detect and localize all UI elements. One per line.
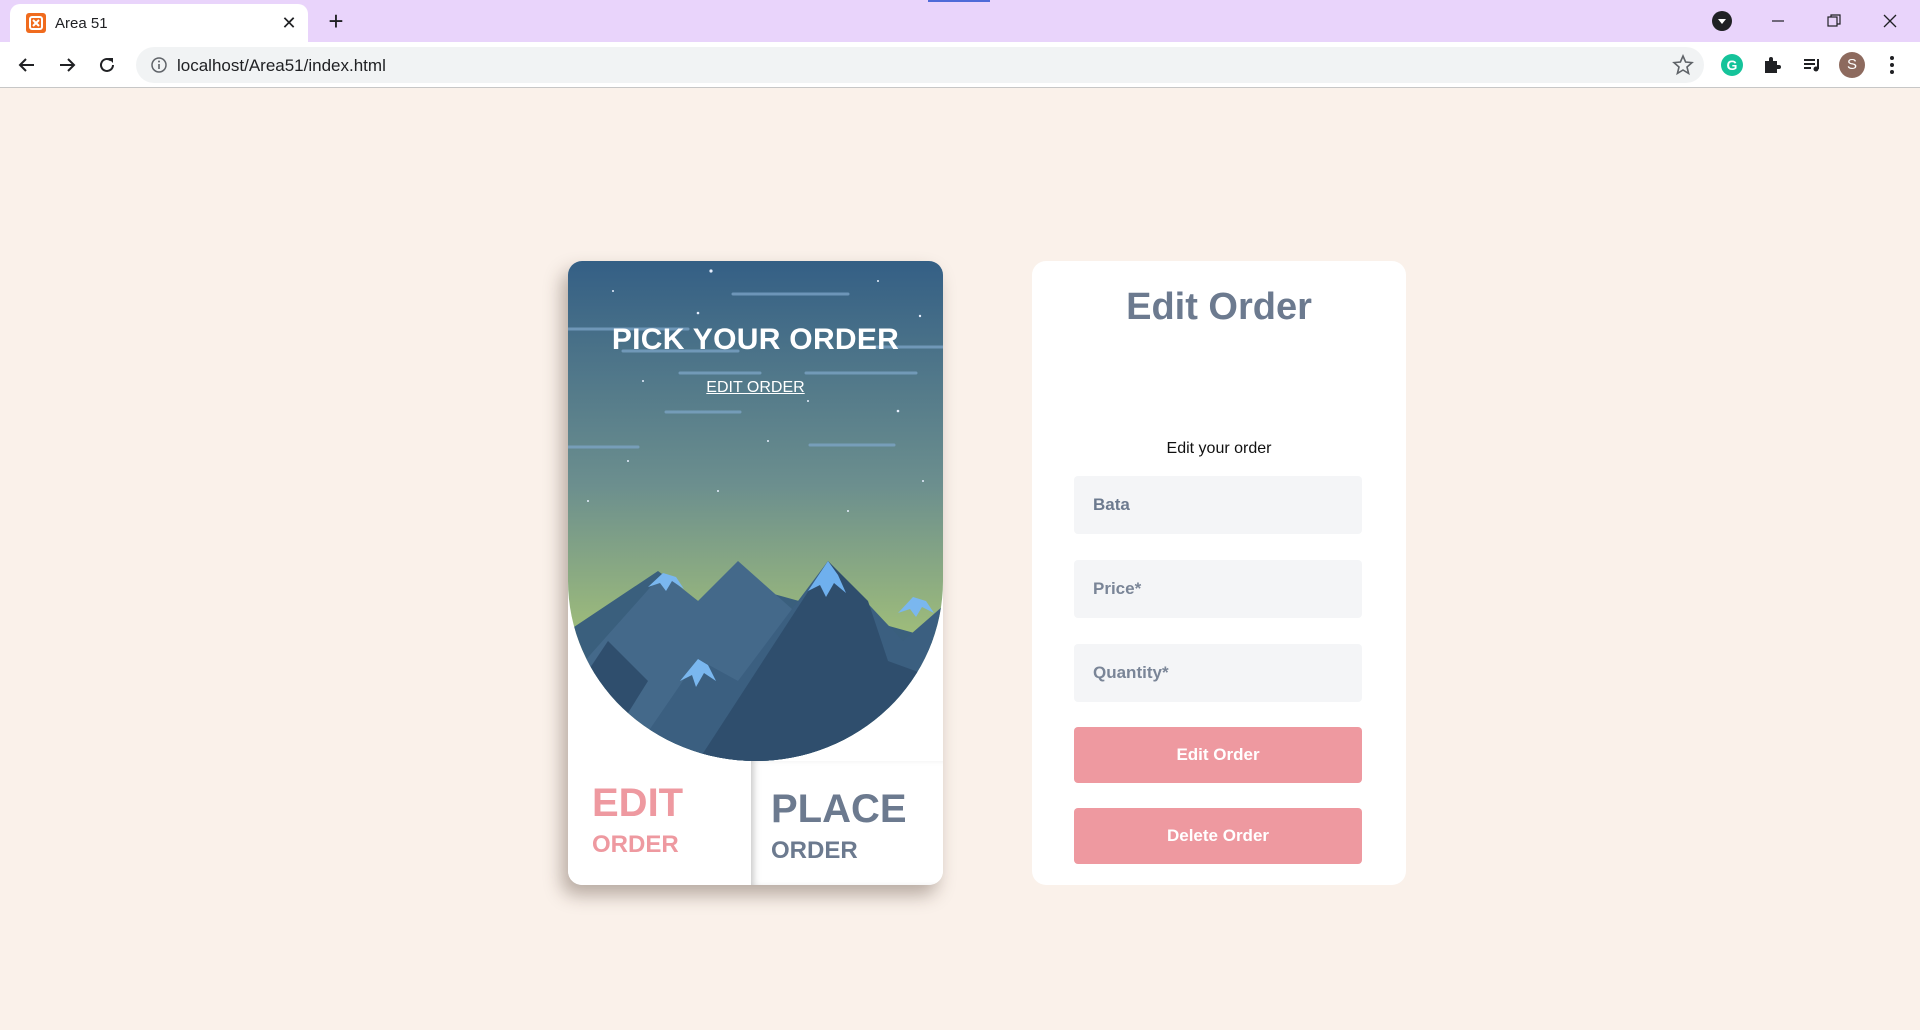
- puzzle-icon[interactable]: [1758, 51, 1786, 79]
- order-card: PICK YOUR ORDER EDIT ORDER EDIT ORDER PL…: [568, 261, 943, 885]
- tab-strip-accent: [928, 0, 990, 2]
- edit-option-sublabel: ORDER: [592, 831, 679, 858]
- product-name-field[interactable]: [1074, 476, 1362, 534]
- close-window-icon[interactable]: [1862, 0, 1918, 42]
- place-option-sublabel: ORDER: [771, 837, 858, 864]
- avatar[interactable]: S: [1838, 51, 1866, 79]
- card-choices: EDIT ORDER PLACE ORDER: [568, 761, 943, 885]
- minimize-icon[interactable]: [1750, 0, 1806, 42]
- new-tab-button[interactable]: +: [322, 8, 350, 36]
- star-icon[interactable]: [1672, 53, 1694, 76]
- panel-caption: Edit your order: [1166, 440, 1272, 457]
- app-favicon-icon: [26, 13, 46, 33]
- forward-icon[interactable]: [50, 48, 84, 82]
- quantity-field[interactable]: [1074, 644, 1362, 702]
- edit-order-panel: Edit Order Edit your order Edit Order De…: [1032, 261, 1406, 885]
- card-subtitle-link[interactable]: EDIT ORDER: [568, 379, 943, 397]
- grammarly-icon[interactable]: G: [1718, 51, 1746, 79]
- media-queue-icon[interactable]: [1798, 51, 1826, 79]
- url-text: localhost/Area51/index.html: [177, 56, 386, 75]
- panel-title: Edit Order: [1126, 286, 1312, 328]
- browser-tab-strip: Area 51 ✕ +: [0, 0, 1920, 42]
- card-title: PICK YOUR ORDER: [611, 323, 900, 356]
- restore-icon[interactable]: [1806, 0, 1862, 42]
- place-order-option[interactable]: PLACE ORDER: [751, 761, 943, 885]
- browser-tab[interactable]: Area 51 ✕: [10, 4, 308, 42]
- back-icon[interactable]: [10, 48, 44, 82]
- kebab-menu-icon[interactable]: [1878, 51, 1906, 79]
- info-icon[interactable]: [150, 56, 168, 74]
- browser-toolbar: localhost/Area51/index.html G S: [0, 42, 1920, 88]
- tab-close-icon[interactable]: ✕: [278, 12, 300, 34]
- edit-option-label: EDIT: [592, 781, 684, 825]
- edit-order-option[interactable]: EDIT ORDER: [568, 761, 751, 885]
- address-bar[interactable]: localhost/Area51/index.html: [136, 47, 1704, 83]
- price-field[interactable]: [1074, 560, 1362, 618]
- edit-order-button[interactable]: Edit Order: [1074, 727, 1362, 783]
- tab-title: Area 51: [55, 15, 108, 32]
- tab-search-icon[interactable]: [1712, 11, 1732, 31]
- place-option-label: PLACE: [771, 787, 907, 831]
- reload-icon[interactable]: [90, 48, 124, 82]
- delete-order-button[interactable]: Delete Order: [1074, 808, 1362, 864]
